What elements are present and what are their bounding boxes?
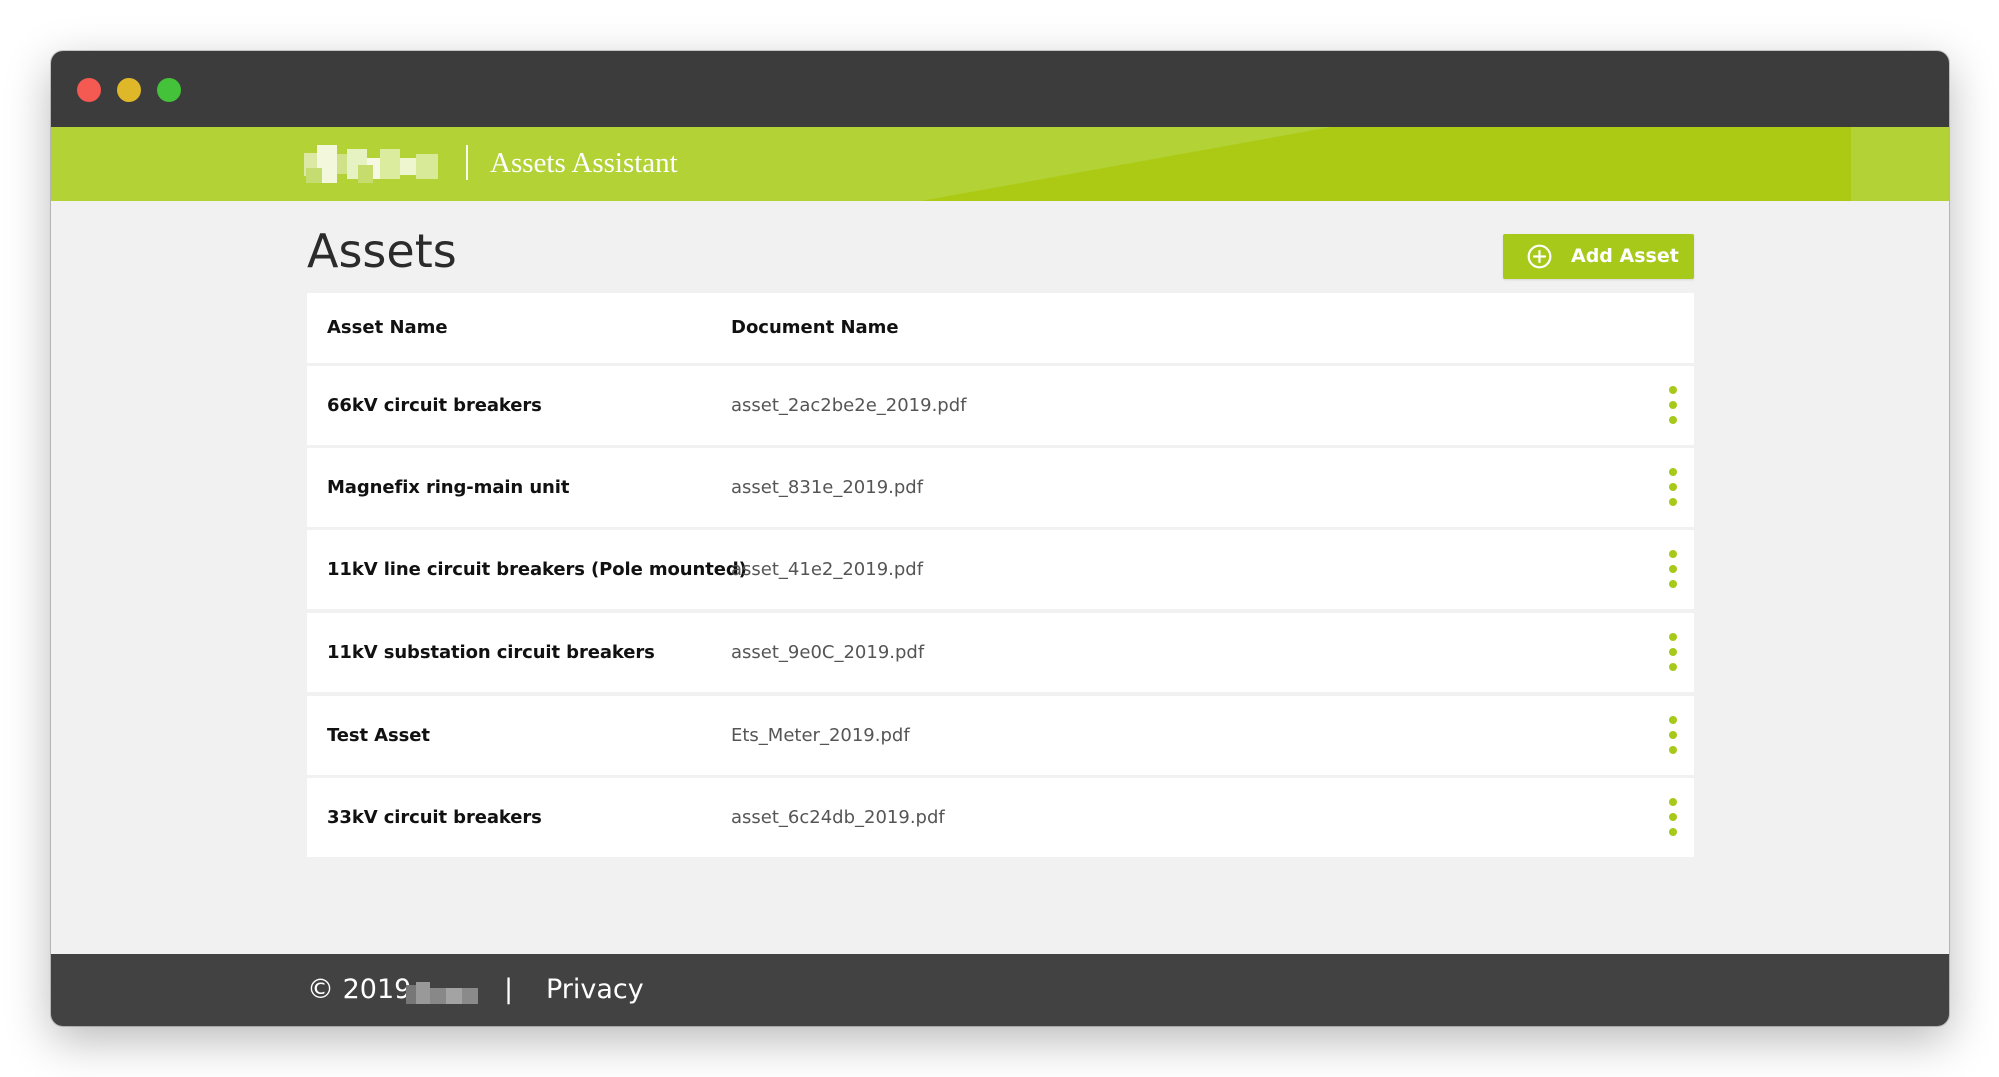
document-name-cell: asset_9e0C_2019.pdf xyxy=(731,642,925,663)
document-name-cell: asset_41e2_2019.pdf xyxy=(731,559,924,580)
asset-name-cell: 33kV circuit breakers xyxy=(327,807,542,828)
asset-name-cell: Magnefix ring-main unit xyxy=(327,477,570,498)
document-name-cell: asset_831e_2019.pdf xyxy=(731,477,924,498)
privacy-link[interactable]: Privacy xyxy=(546,954,644,1026)
more-vertical-icon[interactable] xyxy=(1665,385,1681,425)
browser-window: Assets Assistant Assets Add Asset Asset … xyxy=(51,51,1949,1026)
brand-logo-icon[interactable] xyxy=(304,145,438,183)
copyright-text: © 2019 xyxy=(307,974,412,1005)
plus-circle-icon xyxy=(1527,244,1552,269)
footer-divider: | xyxy=(504,974,514,1005)
page-title: Assets xyxy=(307,224,457,278)
more-vertical-icon[interactable] xyxy=(1665,715,1681,755)
document-name-header: Document Name xyxy=(731,317,899,338)
minimize-window-button[interactable] xyxy=(117,78,141,102)
table-row: Magnefix ring-main unit asset_831e_2019.… xyxy=(307,448,1694,527)
table-row: Test Asset Ets_Meter_2019.pdf xyxy=(307,696,1694,775)
app-header: Assets Assistant xyxy=(51,127,1949,201)
close-window-button[interactable] xyxy=(77,78,101,102)
document-name-cell: asset_6c24db_2019.pdf xyxy=(731,807,945,828)
document-name-cell: asset_2ac2be2e_2019.pdf xyxy=(731,395,967,416)
redacted-company-name xyxy=(406,982,478,1004)
asset-name-header: Asset Name xyxy=(327,317,448,338)
table-header: Asset Name Document Name xyxy=(307,293,1694,363)
table-row: 66kV circuit breakers asset_2ac2be2e_201… xyxy=(307,366,1694,445)
asset-name-cell: Test Asset xyxy=(327,725,430,746)
maximize-window-button[interactable] xyxy=(157,78,181,102)
more-vertical-icon[interactable] xyxy=(1665,549,1681,589)
asset-name-cell: 11kV line circuit breakers (Pole mounted… xyxy=(327,559,747,580)
document-name-cell: Ets_Meter_2019.pdf xyxy=(731,725,910,746)
more-vertical-icon[interactable] xyxy=(1665,467,1681,507)
page-footer: © 2019 | Privacy xyxy=(51,954,1949,1026)
add-asset-label: Add Asset xyxy=(1571,245,1679,267)
table-row: 11kV substation circuit breakers asset_9… xyxy=(307,613,1694,692)
more-vertical-icon[interactable] xyxy=(1665,797,1681,837)
app-title: Assets Assistant xyxy=(490,147,678,179)
table-row: 33kV circuit breakers asset_6c24db_2019.… xyxy=(307,778,1694,857)
header-divider xyxy=(466,145,468,180)
window-titlebar xyxy=(51,51,1949,127)
main-content: Assets Add Asset Asset Name Document Nam… xyxy=(307,201,1694,1007)
table-row: 11kV line circuit breakers (Pole mounted… xyxy=(307,530,1694,609)
add-asset-button[interactable]: Add Asset xyxy=(1503,234,1694,279)
asset-name-cell: 11kV substation circuit breakers xyxy=(327,642,655,663)
more-vertical-icon[interactable] xyxy=(1665,632,1681,672)
asset-name-cell: 66kV circuit breakers xyxy=(327,395,542,416)
